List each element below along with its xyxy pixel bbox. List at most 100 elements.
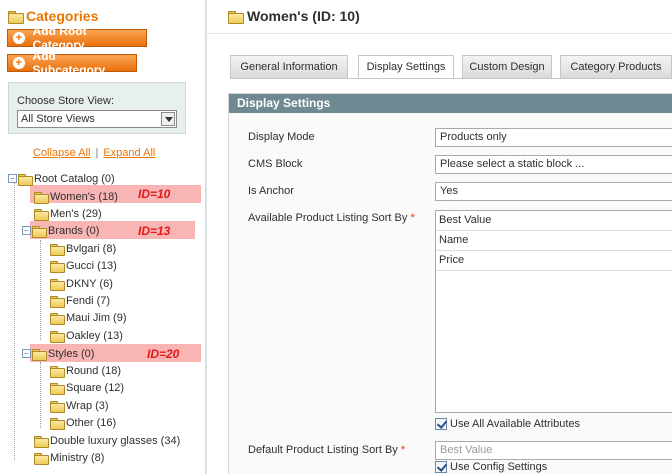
expand-all-link[interactable]: Expand All <box>103 147 155 159</box>
use-all-attributes-label: Use All Available Attributes <box>450 418 581 430</box>
tree-node[interactable]: − Brands (0) <box>22 222 99 239</box>
use-config-settings-row[interactable]: Use Config Settings <box>435 461 547 473</box>
add-root-category-button[interactable]: + Add Root Category <box>7 24 147 52</box>
required-marker: * <box>400 444 406 456</box>
tree-node[interactable]: − Root Catalog (0) <box>8 170 115 187</box>
folder-icon <box>50 260 65 273</box>
default-sort-label: Default Product Listing Sort By * <box>248 444 405 456</box>
folder-icon <box>34 191 49 204</box>
default-sort-label-text: Default Product Listing Sort By <box>248 444 398 456</box>
folder-icon <box>32 225 47 238</box>
tree-node[interactable]: Square (12) <box>50 379 124 396</box>
sort-by-label: Available Product Listing Sort By * <box>248 212 415 224</box>
folder-icon <box>50 417 65 430</box>
tree-node[interactable]: Ministry (8) <box>34 449 104 466</box>
tree-node[interactable]: Men's (29) <box>34 205 102 222</box>
use-all-attributes-checkbox[interactable] <box>435 418 447 430</box>
sort-by-multiselect[interactable]: Best Value Name Price <box>435 210 672 413</box>
folder-icon <box>34 208 49 221</box>
add-root-category-label: Add Root Category <box>32 24 87 52</box>
tree-connector <box>40 362 41 428</box>
tree-node[interactable]: DKNY (6) <box>50 275 113 292</box>
tree-node[interactable]: Wrap (3) <box>50 397 109 414</box>
tab-baseline <box>230 78 672 79</box>
tree-node-label: Other (16) <box>66 416 117 429</box>
tree-node[interactable]: Women's (18) <box>34 188 118 205</box>
tree-node[interactable]: Oakley (13) <box>50 327 123 344</box>
is-anchor-label: Is Anchor <box>248 185 294 197</box>
folder-icon <box>34 452 49 465</box>
cms-block-select[interactable]: Please select a static block ... <box>435 155 672 174</box>
categories-title: Categories <box>26 8 99 24</box>
page-header: Women's (ID: 10) <box>228 8 360 24</box>
add-subcategory-button[interactable]: + Add Subcategory <box>7 49 137 77</box>
cms-block-label: CMS Block <box>248 158 303 170</box>
required-marker: * <box>410 212 415 224</box>
tree-node-label: Styles (0) <box>48 347 95 360</box>
tree-node-label: Women's (18) <box>50 190 118 203</box>
store-view-label: Choose Store View: <box>17 95 115 107</box>
tree-node-label: Round (18) <box>66 364 122 377</box>
tree-connector <box>40 240 41 340</box>
store-view-value: All Store Views <box>21 113 95 125</box>
tree-node-label: Fendi (7) <box>66 294 111 307</box>
use-config-settings-checkbox[interactable] <box>435 461 447 473</box>
add-subcategory-label: Add Subcategory <box>32 49 106 77</box>
tree-node-label: Oakley (13) <box>66 329 123 342</box>
store-view-select[interactable]: All Store Views <box>17 110 177 128</box>
folder-icon <box>50 400 65 413</box>
store-view-switcher: Choose Store View: All Store Views <box>8 82 186 134</box>
tree-node[interactable]: Maui Jim (9) <box>50 309 127 326</box>
tree-node-label: DKNY (6) <box>66 277 113 290</box>
tree-node-label: Brands (0) <box>48 224 100 237</box>
tree-node[interactable]: Gucci (13) <box>50 257 117 274</box>
sort-option[interactable]: Price <box>436 251 672 271</box>
folder-icon <box>34 435 49 448</box>
collapse-toggle-icon[interactable]: − <box>8 174 17 183</box>
chevron-down-icon[interactable] <box>161 112 175 126</box>
display-settings-fieldset: Display Settings Display Mode Products o… <box>228 93 672 474</box>
use-all-attributes-row[interactable]: Use All Available Attributes <box>435 418 580 430</box>
tree-node[interactable]: − Styles (0) <box>22 345 94 362</box>
folder-icon <box>32 348 47 361</box>
folder-icon <box>228 10 244 24</box>
folder-icon <box>50 330 65 343</box>
tree-node[interactable]: Bvlgari (8) <box>50 240 116 257</box>
tab-category-products[interactable]: Category Products <box>560 55 672 78</box>
main-content: Women's (ID: 10) General Information Dis… <box>207 0 672 474</box>
tree-node-label: Root Catalog (0) <box>34 172 115 185</box>
categories-header: Categories <box>8 6 98 26</box>
tab-display-settings[interactable]: Display Settings <box>358 55 454 79</box>
tab-custom-design[interactable]: Custom Design <box>462 55 552 78</box>
category-sidebar: Categories + Add Root Category + Add Sub… <box>0 0 210 474</box>
folder-icon <box>50 312 65 325</box>
tree-node-label: Ministry (8) <box>50 451 105 464</box>
tree-node[interactable]: Other (16) <box>50 414 116 431</box>
tree-node-label: Men's (29) <box>50 207 102 220</box>
tab-general-information[interactable]: General Information <box>230 55 348 78</box>
collapse-all-link[interactable]: Collapse All <box>33 147 90 159</box>
display-mode-label: Display Mode <box>248 131 315 143</box>
tree-node[interactable]: Double luxury glasses (34) <box>34 432 180 449</box>
tree-expand-controls: Collapse All | Expand All <box>33 147 155 159</box>
section-body: Display Mode Products only CMS Block Ple… <box>229 113 672 474</box>
folder-icon <box>18 173 33 186</box>
use-config-settings-label: Use Config Settings <box>450 461 548 473</box>
folder-icon <box>50 365 65 378</box>
page-title: Women's (ID: 10) <box>247 8 360 24</box>
sort-option[interactable]: Name <box>436 231 672 251</box>
collapse-toggle-icon[interactable]: − <box>22 349 31 358</box>
header-rule <box>207 33 672 34</box>
folder-icon <box>50 382 65 395</box>
collapse-toggle-icon[interactable]: − <box>22 226 31 235</box>
default-sort-select[interactable]: Best Value <box>435 441 672 460</box>
link-separator: | <box>95 147 99 159</box>
tree-node[interactable]: Round (18) <box>50 362 121 379</box>
is-anchor-select[interactable]: Yes <box>435 182 672 201</box>
sort-option[interactable]: Best Value <box>436 211 672 231</box>
folder-icon <box>50 243 65 256</box>
tree-node-label: Bvlgari (8) <box>66 242 117 255</box>
tree-node[interactable]: Fendi (7) <box>50 292 110 309</box>
display-mode-select[interactable]: Products only <box>435 128 672 147</box>
id-annotation: ID=20 <box>147 347 180 361</box>
